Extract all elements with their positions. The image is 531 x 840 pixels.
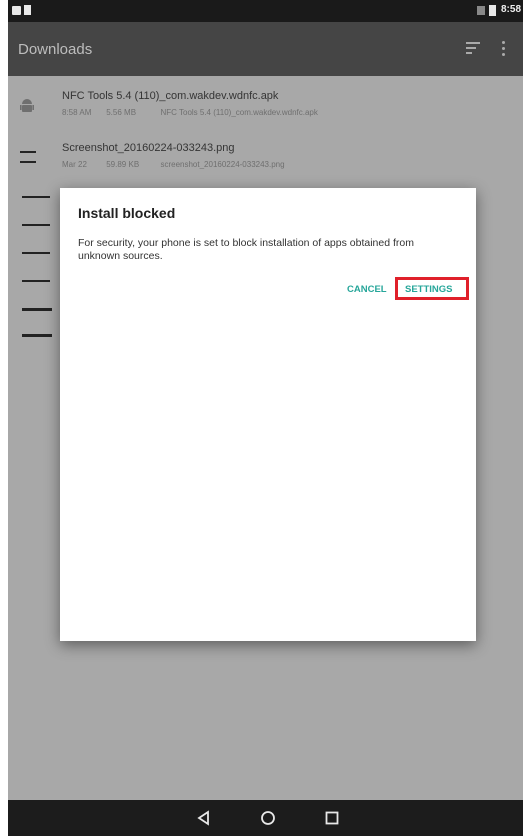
cancel-button[interactable]: CANCEL [347,284,387,295]
status-bar: 8:58 [8,0,523,22]
status-time: 8:58 [501,4,522,15]
wifi-icon [477,6,485,15]
sort-icon[interactable] [466,42,482,56]
home-icon[interactable] [248,800,288,836]
sd-card-icon [24,5,31,15]
app-bar: Downloads [8,22,523,76]
recents-icon[interactable] [312,800,352,836]
battery-icon [489,5,496,16]
dialog-message: For security, your phone is set to block… [78,237,414,262]
settings-button[interactable]: SETTINGS [405,284,453,295]
install-blocked-dialog: Install blocked For security, your phone… [60,188,476,641]
navigation-bar [8,800,523,836]
dialog-title: Install blocked [78,205,176,221]
more-options-icon[interactable] [500,41,506,57]
page-title: Downloads [18,41,93,58]
notification-icon [12,6,21,15]
device-screen: 8:58 Downloads NFC Tools 5.4 (110)_com.w… [8,0,523,836]
back-icon[interactable] [184,800,224,836]
